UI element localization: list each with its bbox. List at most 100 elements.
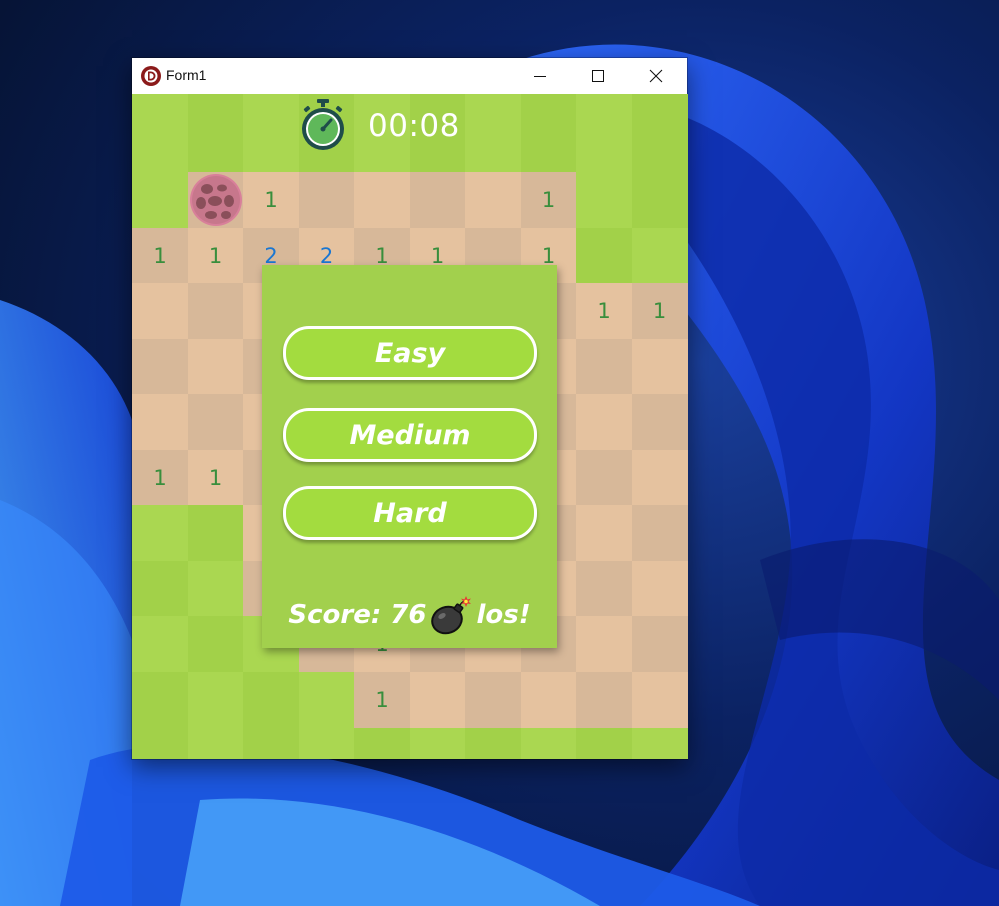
footer-tile (132, 728, 188, 759)
unrevealed-cell[interactable] (298, 671, 355, 728)
empty-cell[interactable] (576, 338, 632, 395)
unrevealed-cell[interactable] (132, 505, 188, 561)
empty-cell[interactable] (631, 560, 688, 617)
minimize-icon (534, 76, 546, 77)
unrevealed-cell[interactable] (187, 505, 244, 561)
cell-number: 1 (264, 188, 278, 212)
footer-tile (576, 728, 632, 759)
title-bar[interactable]: Form1 (132, 58, 687, 94)
cell-number: 1 (375, 687, 389, 712)
unrevealed-cell[interactable] (132, 616, 188, 672)
empty-cell[interactable] (298, 172, 355, 228)
empty-cell[interactable] (576, 560, 632, 617)
window-title: Form1 (166, 67, 207, 83)
game-header: 00:08 (132, 94, 688, 172)
number-cell[interactable]: 1 (354, 671, 410, 728)
bomb-icon (431, 596, 472, 635)
empty-cell[interactable] (576, 616, 632, 672)
mine-icon (189, 174, 242, 226)
empty-cell[interactable] (409, 172, 466, 228)
number-cell[interactable]: 1 (576, 283, 632, 339)
empty-cell[interactable] (354, 172, 410, 228)
unrevealed-cell[interactable] (631, 227, 688, 284)
game-window: Form1 00:08 111122111111111 Easy Medium (132, 58, 688, 759)
number-cell[interactable]: 1 (132, 227, 188, 284)
empty-cell[interactable] (465, 671, 521, 728)
empty-cell[interactable] (187, 338, 244, 395)
empty-cell[interactable] (631, 394, 688, 450)
empty-cell[interactable] (631, 338, 688, 395)
footer-tile (354, 728, 410, 759)
header-tile (631, 94, 688, 172)
empty-cell[interactable] (576, 505, 632, 561)
footer-tile (465, 728, 521, 759)
empty-cell[interactable] (132, 283, 188, 339)
unrevealed-cell[interactable] (631, 172, 688, 228)
header-tile (187, 94, 244, 172)
close-icon (649, 69, 663, 83)
maximize-button[interactable] (569, 58, 627, 94)
empty-cell[interactable] (132, 338, 188, 395)
cell-number: 1 (541, 188, 556, 212)
cell-number: 1 (208, 465, 223, 490)
mine-cell[interactable] (187, 172, 244, 228)
empty-cell[interactable] (631, 449, 688, 506)
number-cell[interactable]: 1 (187, 227, 244, 284)
close-button[interactable] (627, 58, 685, 94)
empty-cell[interactable] (576, 671, 632, 728)
empty-cell[interactable] (465, 172, 521, 228)
empty-cell[interactable] (576, 394, 632, 450)
number-cell[interactable]: 1 (187, 449, 244, 506)
score-text: Score: 76 los! (262, 593, 557, 637)
maximize-icon (592, 70, 604, 82)
cell-number: 1 (375, 243, 389, 268)
delphi-app-icon (141, 66, 161, 86)
unrevealed-cell[interactable] (187, 616, 244, 672)
empty-cell[interactable] (187, 394, 244, 450)
number-cell[interactable]: 1 (243, 172, 299, 228)
unrevealed-cell[interactable] (132, 671, 188, 728)
unrevealed-cell[interactable] (187, 671, 244, 728)
cell-number: 1 (652, 299, 667, 323)
header-tile (243, 94, 299, 172)
footer-tile (631, 728, 688, 759)
unrevealed-cell[interactable] (243, 671, 299, 728)
hard-button[interactable]: Hard (283, 486, 537, 540)
unrevealed-cell[interactable] (576, 172, 632, 228)
minimize-button[interactable] (511, 58, 569, 94)
empty-cell[interactable] (409, 671, 466, 728)
header-tile (576, 94, 632, 172)
score-prefix: Score: 76 (288, 600, 427, 630)
board-footer-border (132, 728, 688, 759)
score-suffix: los! (476, 600, 531, 630)
cell-number: 2 (264, 243, 278, 268)
empty-cell[interactable] (631, 505, 688, 561)
footer-tile (298, 728, 355, 759)
empty-cell[interactable] (631, 616, 688, 672)
unrevealed-cell[interactable] (576, 227, 632, 284)
empty-cell[interactable] (520, 671, 577, 728)
number-cell[interactable]: 1 (132, 449, 188, 506)
cell-number: 1 (208, 243, 223, 268)
empty-cell[interactable] (631, 671, 688, 728)
difficulty-dialog: Easy Medium Hard Score: 76 los! (262, 265, 557, 648)
unrevealed-cell[interactable] (187, 560, 244, 617)
header-tile (465, 94, 521, 172)
empty-cell[interactable] (187, 283, 244, 339)
unrevealed-cell[interactable] (132, 172, 188, 228)
empty-cell[interactable] (576, 449, 632, 506)
cell-number: 1 (541, 243, 556, 268)
number-cell[interactable]: 1 (631, 283, 688, 339)
cell-number: 2 (319, 243, 334, 268)
cell-number: 1 (597, 299, 611, 323)
timer-display: 00:08 (368, 108, 460, 144)
easy-button[interactable]: Easy (283, 326, 537, 380)
number-cell[interactable]: 1 (520, 172, 577, 228)
cell-number: 1 (430, 243, 445, 268)
footer-tile (187, 728, 244, 759)
empty-cell[interactable] (132, 394, 188, 450)
footer-tile (520, 728, 577, 759)
cell-number: 1 (153, 243, 167, 268)
medium-button[interactable]: Medium (283, 408, 537, 462)
unrevealed-cell[interactable] (132, 560, 188, 617)
